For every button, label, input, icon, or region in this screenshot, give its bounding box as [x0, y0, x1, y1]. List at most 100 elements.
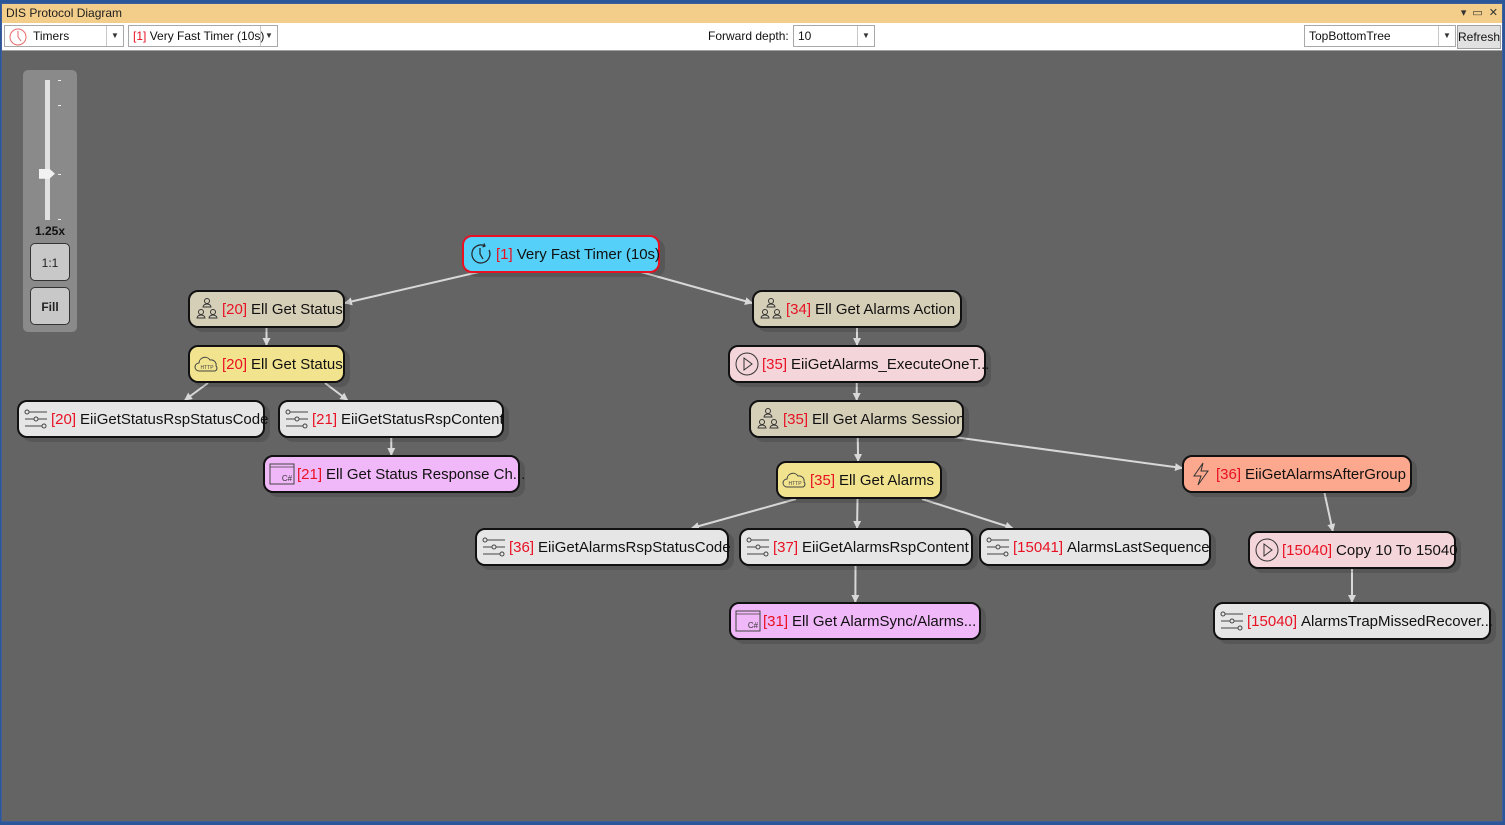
layout-combo[interactable]: TopBottomTree ▼ — [1304, 25, 1456, 47]
csharp-script-icon: C# — [269, 461, 295, 487]
diagram-node-variable[interactable]: [21] EiiGetStatusRspContent — [278, 400, 504, 438]
edge-n36a-n15040a — [1323, 492, 1336, 532]
group-icon — [194, 296, 220, 322]
diagram-node-script[interactable]: C# [31] Ell Get AlarmSync/Alarms... — [729, 602, 981, 640]
node-label: EiiGetAlarmsAfterGroup — [1245, 465, 1406, 483]
node-id: [35] — [762, 355, 788, 373]
node-id: [35] — [810, 471, 836, 489]
close-icon[interactable]: ✕ — [1489, 4, 1498, 23]
edge-n35b-n36a — [931, 433, 1183, 472]
node-id: [31] — [763, 612, 789, 630]
node-label: Ell Get Status — [251, 355, 343, 373]
play-icon — [734, 351, 760, 377]
slider-tick — [58, 219, 61, 220]
window-controls: ▾ ▭ ✕ — [1461, 4, 1498, 23]
item-id: [1] — [133, 29, 147, 43]
svg-text:HTTP: HTTP — [200, 365, 214, 371]
fill-button[interactable]: Fill — [30, 287, 70, 325]
zoom-panel: 1.25x 1:1 Fill — [23, 70, 77, 332]
diagram-node-http[interactable]: HTTP [35] Ell Get Alarms — [776, 461, 942, 499]
diagram-node-group[interactable]: [35] Ell Get Alarms Session — [749, 400, 965, 438]
node-label: EiiGetStatusRspStatusCode — [80, 410, 269, 428]
toolbar: Timers ▼ [1] Very Fast Timer (10s) ▼ For… — [2, 23, 1502, 51]
chevron-down-icon[interactable]: ▼ — [1438, 26, 1455, 46]
one-to-one-button[interactable]: 1:1 — [30, 243, 70, 281]
lightning-icon — [1188, 461, 1214, 487]
node-label: AlarmsLastSequence — [1067, 538, 1210, 556]
node-id: [36] — [509, 538, 535, 556]
type-combo-value: Timers — [33, 29, 70, 43]
edge-n20b-n21a — [324, 382, 349, 401]
node-id: [34] — [786, 300, 812, 318]
forward-depth-combo[interactable]: 10 ▼ — [793, 25, 875, 47]
item-combo-value: Very Fast Timer (10s) — [149, 29, 265, 43]
node-id: [20] — [222, 300, 248, 318]
variable-icon — [985, 534, 1011, 560]
node-id: [15040] — [1247, 612, 1298, 630]
diagram-node-variable[interactable]: [15041] AlarmsLastSequence — [979, 528, 1211, 566]
chevron-down-icon[interactable]: ▼ — [857, 26, 874, 46]
diagram-node-variable[interactable]: [37] EiiGetAlarmsRspContent — [739, 528, 973, 566]
play-icon — [1254, 537, 1280, 563]
diagram-node-action[interactable]: [15040] Copy 10 To 15040 — [1248, 531, 1458, 569]
dropdown-icon[interactable]: ▾ — [1461, 4, 1467, 23]
diagram-node-variable[interactable]: [36] EiiGetAlarmsRspStatusCode — [475, 528, 731, 566]
edge-n35c-n15041 — [921, 498, 1014, 530]
diagram-node-timer[interactable]: [1] Very Fast Timer (10s) — [462, 235, 660, 273]
diagram-node-action[interactable]: [35] EiiGetAlarms_ExecuteOneT... — [728, 345, 989, 383]
variable-icon — [284, 406, 310, 432]
diagram-node-script[interactable]: C# [21] Ell Get Status Response Ch... — [263, 455, 525, 493]
item-combo[interactable]: [1] Very Fast Timer (10s) ▼ — [128, 25, 278, 47]
edge-n20b-n20c — [184, 382, 209, 401]
edge-n35c-n36b — [690, 498, 797, 530]
chevron-down-icon[interactable]: ▼ — [260, 26, 277, 46]
node-label: Very Fast Timer (10s) — [516, 245, 661, 263]
window-title: DIS Protocol Diagram — [6, 6, 123, 20]
diagram-node-group[interactable]: [34] Ell Get Alarms Action — [752, 290, 962, 328]
diagram-node-group[interactable]: [20] Ell Get Status — [188, 290, 345, 328]
forward-depth-label: Forward depth: — [708, 29, 789, 43]
group-icon — [755, 406, 781, 432]
node-label: Ell Get Alarms Action — [815, 300, 956, 318]
diagram-window: DIS Protocol Diagram ▾ ▭ ✕ Timers ▼ [1] … — [1, 3, 1503, 822]
csharp-script-icon: C# — [735, 608, 761, 634]
node-label: Ell Get Status — [251, 300, 343, 318]
variable-icon — [745, 534, 771, 560]
slider-tick — [58, 80, 61, 81]
node-id: [20] — [51, 410, 77, 428]
svg-text:C#: C# — [748, 621, 759, 630]
maximize-icon[interactable]: ▭ — [1472, 4, 1482, 23]
edge-n1-n34 — [630, 268, 753, 305]
type-combo[interactable]: Timers ▼ — [4, 25, 124, 47]
node-id: [1] — [496, 245, 513, 263]
group-icon — [758, 296, 784, 322]
node-label: Ell Get AlarmSync/Alarms... — [792, 612, 977, 630]
diagram-node-variable[interactable]: [20] EiiGetStatusRspStatusCode — [17, 400, 269, 438]
zoom-slider-thumb[interactable] — [39, 168, 55, 179]
node-id: [15041] — [1013, 538, 1064, 556]
diagram-node-trigger[interactable]: [36] EiiGetAlarmsAfterGroup — [1182, 455, 1412, 493]
svg-text:HTTP: HTTP — [788, 481, 802, 487]
chevron-down-icon[interactable]: ▼ — [106, 26, 123, 46]
zoom-slider[interactable] — [45, 80, 50, 220]
node-label: Ell Get Status Response Ch... — [326, 465, 526, 483]
node-label: Copy 10 To 15040 — [1336, 541, 1458, 559]
variable-icon — [481, 534, 507, 560]
refresh-button[interactable]: Refresh — [1457, 25, 1501, 49]
slider-tick — [58, 174, 61, 175]
diagram-node-variable[interactable]: [15040] AlarmsTrapMissedRecover... — [1213, 602, 1494, 640]
http-cloud-icon: HTTP — [194, 351, 220, 377]
node-id: [37] — [773, 538, 799, 556]
variable-icon — [1219, 608, 1245, 634]
layout-combo-value: TopBottomTree — [1309, 29, 1391, 43]
node-label: Ell Get Alarms — [839, 471, 935, 489]
svg-text:C#: C# — [282, 474, 293, 483]
edge-n1-n20a — [344, 268, 492, 306]
diagram-canvas[interactable]: 1.25x 1:1 Fill [1] Very Fast Timer (10s)[… — [2, 51, 1502, 821]
node-id: [21] — [297, 465, 323, 483]
diagram-node-http[interactable]: HTTP [20] Ell Get Status — [188, 345, 345, 383]
timer-icon — [8, 27, 28, 53]
variable-icon — [23, 406, 49, 432]
node-label: EiiGetAlarmsRspStatusCode — [538, 538, 731, 556]
node-label: AlarmsTrapMissedRecover... — [1301, 612, 1494, 630]
